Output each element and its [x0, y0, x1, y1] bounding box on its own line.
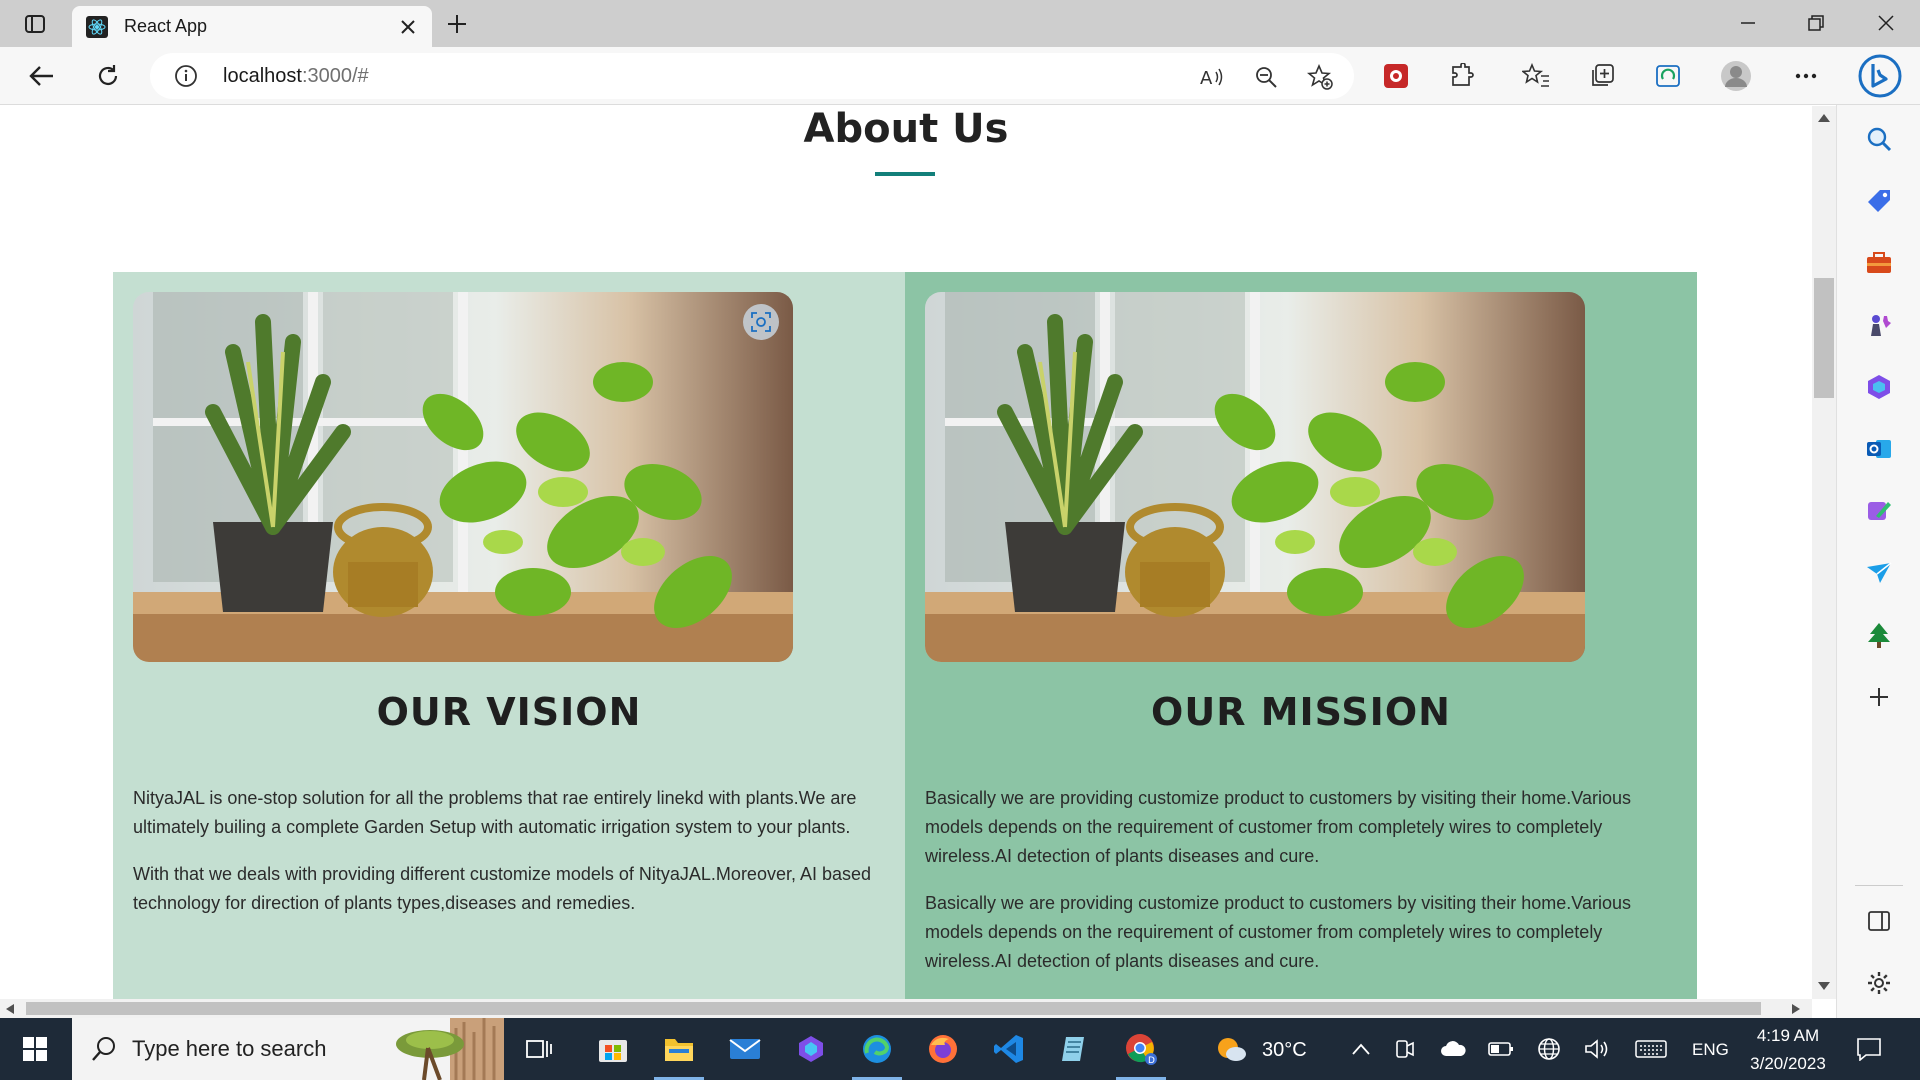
vision-heading: OUR VISION: [376, 690, 642, 734]
plants-photo: [925, 292, 1585, 662]
volume-icon[interactable]: [1576, 1028, 1618, 1070]
scroll-up-arrow-icon[interactable]: [1818, 114, 1830, 122]
collections-icon[interactable]: [1584, 59, 1620, 93]
scroll-left-arrow-icon[interactable]: [6, 1004, 14, 1014]
games-chess-icon[interactable]: [1863, 309, 1895, 341]
horizontal-scroll-thumb[interactable]: [26, 1002, 1761, 1015]
search-icon: [92, 1037, 115, 1061]
windows-start-icon[interactable]: [14, 1028, 56, 1070]
close-window-icon[interactable]: [1866, 8, 1906, 38]
browser-tab[interactable]: React App: [72, 6, 432, 47]
notifications-icon[interactable]: [1848, 1028, 1890, 1070]
clock-time[interactable]: 4:19 AM: [1752, 1026, 1824, 1046]
zoom-out-icon[interactable]: [1252, 63, 1280, 91]
edge-sidebar: [1836, 105, 1920, 1018]
tab-bar: React App: [0, 0, 1920, 47]
back-arrow-icon[interactable]: [24, 59, 60, 93]
vision-paragraph: NityaJAL is one-stop solution for all th…: [133, 788, 857, 837]
url-host: localhost: [223, 65, 302, 87]
new-tab-button[interactable]: [442, 10, 472, 38]
add-icon[interactable]: [1863, 681, 1895, 713]
onedrive-cloud-icon[interactable]: [1432, 1028, 1474, 1070]
task-view-icon[interactable]: [518, 1028, 560, 1070]
refresh-icon[interactable]: [90, 59, 126, 93]
info-icon[interactable]: [174, 64, 198, 88]
copilot-app-icon[interactable]: [790, 1028, 832, 1070]
weather-icon[interactable]: [1210, 1028, 1252, 1070]
search-highlight-tree-icon: [396, 1018, 504, 1080]
url-path: :3000/#: [301, 65, 369, 87]
minimize-icon[interactable]: [1728, 8, 1768, 38]
close-tab-icon[interactable]: [398, 17, 418, 37]
browser-toolbar: localhost:3000/# A: [0, 47, 1920, 105]
vertical-scroll-thumb[interactable]: [1814, 278, 1834, 398]
battery-icon[interactable]: [1480, 1028, 1522, 1070]
restore-icon[interactable]: [1796, 8, 1836, 38]
search-placeholder: Type here to search: [132, 1036, 327, 1061]
language-indicator[interactable]: ENG: [1692, 1040, 1729, 1060]
page-viewport: About Us OUR VISION NityaJAL is one-stop…: [0, 106, 1812, 999]
taskbar-search-box[interactable]: Type here to search: [72, 1018, 504, 1080]
notepad-icon[interactable]: [1054, 1028, 1096, 1070]
keyboard-icon[interactable]: [1630, 1028, 1672, 1070]
settings-gear-icon[interactable]: [1863, 967, 1895, 999]
vision-card: OUR VISION NityaJAL is one-stop solution…: [113, 272, 905, 999]
mail-icon[interactable]: [724, 1028, 766, 1070]
vertical-scrollbar[interactable]: [1812, 106, 1836, 999]
shopping-tag-icon[interactable]: [1863, 185, 1895, 217]
mission-card: OUR MISSION Basically we are providing c…: [905, 272, 1697, 999]
tab-actions-icon[interactable]: [18, 10, 52, 38]
edge-browser-icon[interactable]: [856, 1028, 898, 1070]
chevron-up-icon[interactable]: [1340, 1028, 1382, 1070]
svg-text:D: D: [1148, 1056, 1155, 1066]
horizontal-scrollbar[interactable]: [0, 999, 1812, 1018]
vscode-icon[interactable]: [988, 1028, 1030, 1070]
browser-essentials-icon[interactable]: [1650, 59, 1686, 93]
meet-now-icon[interactable]: [1384, 1028, 1426, 1070]
bing-copilot-icon[interactable]: [1858, 52, 1902, 100]
profile-avatar-icon[interactable]: [1718, 59, 1754, 93]
svg-text:A: A: [1200, 68, 1213, 88]
extensions-icon[interactable]: [1444, 59, 1480, 93]
sidebar-divider: [1855, 885, 1903, 886]
microsoft-store-icon[interactable]: [592, 1028, 634, 1070]
url-text[interactable]: localhost:3000/#: [223, 65, 369, 88]
file-explorer-icon[interactable]: [658, 1028, 700, 1070]
title-underline: [875, 172, 935, 176]
outlook-icon[interactable]: [1863, 433, 1895, 465]
firefox-icon[interactable]: [922, 1028, 964, 1070]
scroll-down-arrow-icon[interactable]: [1818, 982, 1830, 990]
mission-paragraph: Basically we are providing customize pro…: [925, 788, 1631, 866]
address-bar[interactable]: localhost:3000/# A: [150, 53, 1354, 99]
visual-search-icon[interactable]: [743, 304, 779, 340]
add-favorite-icon[interactable]: [1306, 63, 1334, 91]
mission-heading: OUR MISSION: [1151, 690, 1451, 734]
search-icon[interactable]: [1863, 123, 1895, 155]
network-globe-icon[interactable]: [1528, 1028, 1570, 1070]
tab-title: React App: [124, 16, 208, 36]
read-aloud-icon[interactable]: A: [1198, 63, 1226, 91]
microsoft-365-icon[interactable]: [1863, 371, 1895, 403]
drop-send-icon[interactable]: [1863, 557, 1895, 589]
mission-paragraph: Basically we are providing customize pro…: [925, 893, 1631, 971]
chrome-icon[interactable]: D: [1120, 1028, 1162, 1070]
sidebar-toggle-icon[interactable]: [1863, 905, 1895, 937]
favorites-icon[interactable]: [1518, 59, 1554, 93]
tree-icon[interactable]: [1863, 619, 1895, 651]
scroll-right-arrow-icon[interactable]: [1792, 1004, 1800, 1014]
page-title: About Us: [803, 106, 1009, 152]
clock-date[interactable]: 3/20/2023: [1742, 1054, 1834, 1074]
tools-briefcase-icon[interactable]: [1863, 247, 1895, 279]
plants-photo: [133, 292, 793, 662]
weather-temperature[interactable]: 30°C: [1262, 1039, 1307, 1062]
designer-icon[interactable]: [1863, 495, 1895, 527]
react-logo-icon: [86, 15, 108, 38]
more-options-icon[interactable]: [1788, 59, 1824, 93]
extension-red-icon[interactable]: [1378, 59, 1414, 93]
vision-paragraph: With that we deals with providing differ…: [133, 864, 872, 913]
